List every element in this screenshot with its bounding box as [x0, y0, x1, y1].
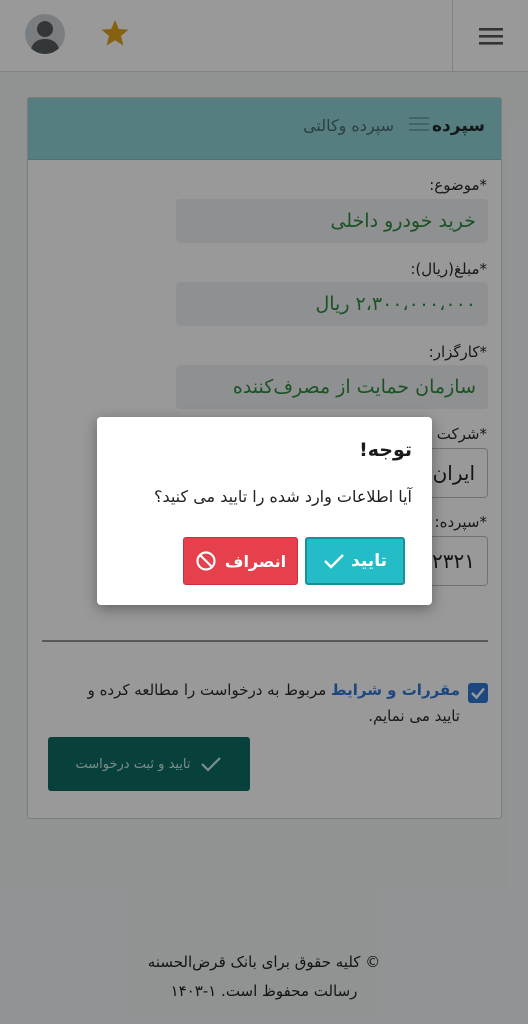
cancel-icon — [196, 551, 216, 571]
dialog-message: آیا اطلاعات وارد شده را تایید می کنید؟ — [153, 487, 412, 506]
dialog-title: توجه! — [359, 439, 412, 461]
check-icon — [324, 554, 344, 569]
confirm-dialog: توجه! آیا اطلاعات وارد شده را تایید می ک… — [97, 417, 432, 605]
confirm-button[interactable]: تایید — [305, 537, 405, 585]
cancel-label: انصراف — [224, 551, 287, 571]
cancel-button[interactable]: انصراف — [183, 537, 298, 585]
confirm-label: تایید — [351, 551, 387, 571]
